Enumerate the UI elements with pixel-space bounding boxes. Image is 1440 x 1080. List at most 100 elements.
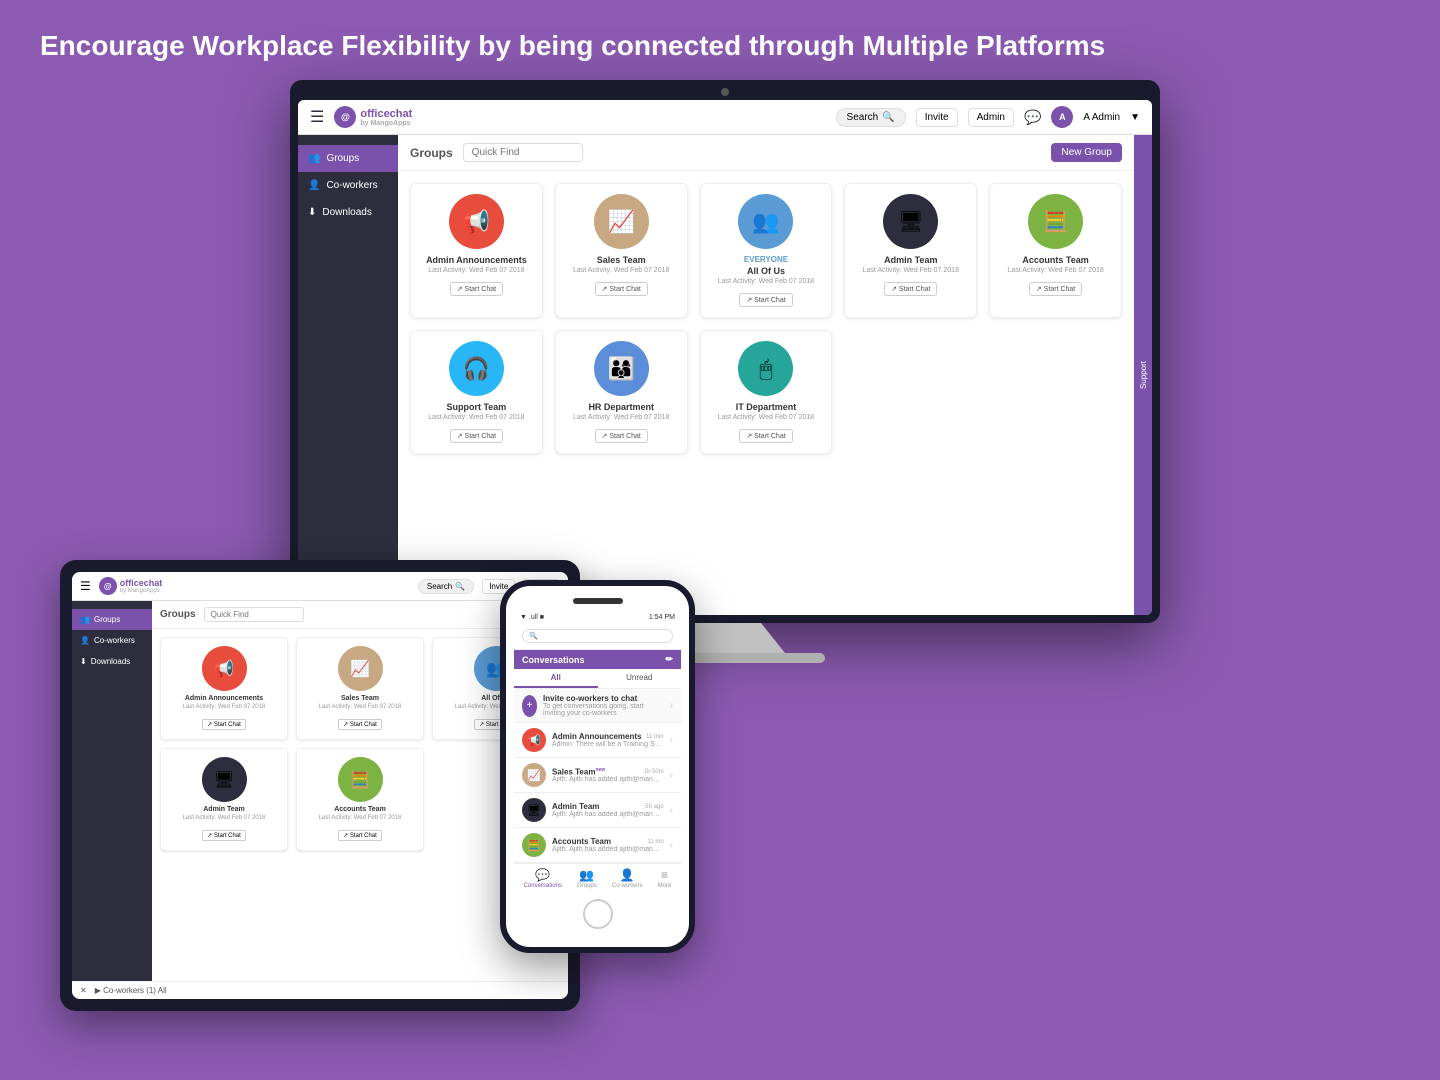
tablet-bottom-bar: ✕ ▶ Co-workers (1) All — [72, 981, 568, 999]
groups-grid: 📢 Admin Announcements Last Activity: Wed… — [398, 171, 1134, 466]
start-chat-button[interactable]: ↗ Start Chat — [739, 429, 792, 443]
tablet-search-text: Search — [427, 582, 452, 591]
group-activity: Last Activity: Wed Feb 07 2018 — [709, 414, 824, 421]
phone-nav-coworkers[interactable]: 👤 Co-workers — [612, 868, 643, 889]
group-card-hr-department[interactable]: 👨‍👩‍👦 HR Department Last Activity: Wed F… — [555, 330, 688, 454]
tablet-start-chat-btn[interactable]: ↗ Start Chat — [338, 830, 382, 841]
group-card-sales-team[interactable]: 📈 Sales Team Last Activity: Wed Feb 07 2… — [555, 183, 688, 318]
phone-search-icon: 🔍 — [529, 632, 538, 640]
tablet-group-card-accounts[interactable]: 🧮 Accounts Team Last Activity: Wed Feb 0… — [296, 748, 424, 851]
more-nav-icon: ≡ — [661, 868, 668, 882]
group-card-admin-team[interactable]: 🖥 Admin Team Last Activity: Wed Feb 07 2… — [844, 183, 977, 318]
tablet-start-chat-btn[interactable]: ↗ Start Chat — [202, 719, 246, 730]
message-icon[interactable]: 💬 — [1024, 109, 1041, 126]
conversations-nav-label: Conversations — [524, 883, 562, 889]
tablet-quick-find-input[interactable] — [204, 607, 304, 622]
everyone-label: EVERYONE — [709, 255, 824, 264]
start-chat-button[interactable]: ↗ Start Chat — [595, 429, 648, 443]
phone-conv-sales-team[interactable]: 📈 Sales Teamnew 1h 50m Ajith: Ajith has … — [514, 758, 681, 793]
chevron-right-icon: › — [670, 700, 673, 711]
group-card-admin-announcements[interactable]: 📢 Admin Announcements Last Activity: Wed… — [410, 183, 543, 318]
tablet-hamburger-icon[interactable]: ☰ — [80, 579, 91, 593]
start-chat-button[interactable]: ↗ Start Chat — [739, 293, 792, 307]
phone-tab-unread[interactable]: Unread — [598, 669, 682, 688]
group-name: All Of Us — [709, 266, 824, 276]
group-card-support-team[interactable]: 🎧 Support Team Last Activity: Wed Feb 07… — [410, 330, 543, 454]
group-icon-support: 🎧 — [449, 341, 504, 396]
phone-home-button[interactable] — [583, 899, 613, 929]
tablet-group-activity: Last Activity: Wed Feb 07 2018 — [303, 704, 417, 710]
phone-header: 🔍 — [514, 623, 681, 650]
start-chat-button[interactable]: ↗ Start Chat — [450, 282, 503, 296]
tablet-start-chat-btn[interactable]: ↗ Start Chat — [338, 719, 382, 730]
invite-button[interactable]: Invite — [916, 108, 958, 127]
phone-conv-text-accounts: Accounts Team 11 mo Ajith: Ajith has add… — [552, 837, 664, 853]
tablet-groups-label: Groups — [94, 615, 120, 624]
tablet-logo-icon: @ — [99, 577, 117, 595]
tablet-sidebar-downloads[interactable]: ⬇ Downloads — [72, 651, 152, 672]
tablet-group-name: Admin Team — [167, 806, 281, 813]
tablet-groups-tab[interactable]: Groups — [160, 609, 196, 620]
sidebar-item-downloads[interactable]: ⬇ Downloads — [298, 199, 398, 226]
phone-conv-admin-announcements[interactable]: 📢 Admin Announcements 11 min Admin: Ther… — [514, 723, 681, 758]
tablet-group-name: Accounts Team — [303, 806, 417, 813]
phone-frame: ▼ .ull ■ 1:54 PM 🔍 Conversations ✏ All U… — [500, 580, 695, 953]
conv-preview-sales: Ajith: Ajith has added ajith@mangoapps.c… — [552, 776, 664, 783]
search-bar[interactable]: Search 🔍 — [836, 108, 906, 127]
tablet-group-icon-admin: 📢 — [202, 646, 247, 691]
tablet-sidebar-coworkers[interactable]: 👤 Co-workers — [72, 630, 152, 651]
groups-icon: 👥 — [308, 153, 320, 164]
phone-conv-icon-admin-team: 🖥 — [522, 798, 546, 822]
tablet-start-chat-btn[interactable]: ↗ Start Chat — [202, 830, 246, 841]
group-card-accounts-team[interactable]: 🧮 Accounts Team Last Activity: Wed Feb 0… — [989, 183, 1122, 318]
tablet-group-card-admin-team[interactable]: 🖥 Admin Team Last Activity: Wed Feb 07 2… — [160, 748, 288, 851]
search-icon: 🔍 — [882, 112, 894, 123]
conv-name-admin-team: Admin Team — [552, 802, 599, 811]
tablet-screen: ☰ @ officechat by MangoApps Search 🔍 Inv… — [72, 572, 568, 999]
group-icon-admin: 📢 — [449, 194, 504, 249]
phone-nav-more[interactable]: ≡ More — [658, 868, 672, 889]
start-chat-button[interactable]: ↗ Start Chat — [450, 429, 503, 443]
conv-name-admin: Admin Announcements — [552, 732, 641, 741]
sidebar-item-coworkers[interactable]: 👤 Co-workers — [298, 172, 398, 199]
conv-name-accounts: Accounts Team — [552, 837, 611, 846]
phone-tab-all[interactable]: All — [514, 669, 598, 688]
quick-find-input[interactable] — [463, 143, 583, 162]
group-icon-it: 🖱 — [738, 341, 793, 396]
tablet-group-activity: Last Activity: Wed Feb 07 2018 — [167, 815, 281, 821]
support-tab[interactable]: Support — [1134, 135, 1152, 615]
tablet-group-name: Sales Team — [303, 695, 417, 702]
admin-button[interactable]: Admin — [968, 108, 1014, 127]
phone-conv-icon-admin: 📢 — [522, 728, 546, 752]
start-chat-button[interactable]: ↗ Start Chat — [884, 282, 937, 296]
group-card-all-of-us[interactable]: 👥 EVERYONE All Of Us Last Activity: Wed … — [700, 183, 833, 318]
tablet-close-icon[interactable]: ✕ — [80, 986, 87, 995]
tablet-group-card-admin[interactable]: 📢 Admin Announcements Last Activity: Wed… — [160, 637, 288, 740]
user-avatar[interactable]: A — [1051, 106, 1073, 128]
phone-invite-text: Invite co-workers to chat To get convers… — [543, 694, 664, 717]
app-header: ☰ @ officechat by MangoApps Search 🔍 Inv… — [298, 100, 1152, 135]
app-body: 👥 Groups 👤 Co-workers ⬇ Downloads — [298, 135, 1152, 615]
start-chat-button[interactable]: ↗ Start Chat — [1029, 282, 1082, 296]
groups-tab[interactable]: Groups — [410, 146, 453, 160]
tablet-group-activity: Last Activity: Wed Feb 07 2018 — [303, 815, 417, 821]
phone-conv-admin-team[interactable]: 🖥 Admin Team 5h ago Ajith: Ajith has add… — [514, 793, 681, 828]
tablet-sidebar-groups[interactable]: 👥 Groups — [72, 609, 152, 630]
new-group-button[interactable]: New Group — [1051, 143, 1122, 162]
tablet-group-card-sales[interactable]: 📈 Sales Team Last Activity: Wed Feb 07 2… — [296, 637, 424, 740]
conv-name-sales: Sales Teamnew — [552, 767, 605, 777]
phone-nav-conversations[interactable]: 💬 Conversations — [524, 868, 562, 889]
hamburger-icon[interactable]: ☰ — [310, 107, 324, 127]
downloads-icon: ⬇ — [308, 207, 316, 218]
phone-nav-groups[interactable]: 👥 Groups — [577, 868, 597, 889]
start-chat-button[interactable]: ↗ Start Chat — [595, 282, 648, 296]
tablet-search-bar[interactable]: Search 🔍 — [418, 579, 474, 594]
phone-search[interactable]: 🔍 — [522, 629, 673, 643]
group-name: HR Department — [564, 402, 679, 412]
edit-icon[interactable]: ✏ — [665, 654, 673, 665]
group-card-it-department[interactable]: 🖱 IT Department Last Activity: Wed Feb 0… — [700, 330, 833, 454]
sidebar-item-groups[interactable]: 👥 Groups — [298, 145, 398, 172]
phone-conv-accounts-team[interactable]: 🧮 Accounts Team 11 mo Ajith: Ajith has a… — [514, 828, 681, 863]
chevron-down-icon[interactable]: ▼ — [1130, 112, 1140, 123]
phone-invite-item[interactable]: + Invite co-workers to chat To get conve… — [514, 689, 681, 723]
